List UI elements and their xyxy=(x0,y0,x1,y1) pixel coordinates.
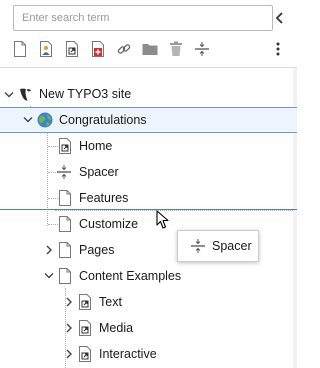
chevron-down-icon[interactable] xyxy=(43,270,55,282)
tree-node-label: Text xyxy=(99,295,122,309)
tree-node-label: Media xyxy=(99,321,134,335)
tree-node-label: Home xyxy=(79,139,113,153)
shortcut-page-icon xyxy=(77,320,93,336)
chevron-left-icon xyxy=(275,12,283,24)
tree-node-home[interactable]: Home xyxy=(0,133,297,159)
page-icon xyxy=(57,268,73,284)
tree-node-text[interactable]: Text xyxy=(0,289,297,315)
tree-node-label: Spacer xyxy=(79,165,119,179)
recycler-icon xyxy=(170,41,182,56)
recycler-button[interactable] xyxy=(165,38,187,60)
spacer-icon xyxy=(195,42,209,56)
shortcut-page-icon xyxy=(57,138,73,154)
chevron-right-icon[interactable] xyxy=(63,322,75,334)
tree-node-media[interactable]: Media xyxy=(0,315,297,341)
tree-node-root[interactable]: New TYPO3 site xyxy=(0,82,297,108)
shortcut-page-icon xyxy=(66,41,78,57)
tree-node-features[interactable]: Features xyxy=(0,185,297,211)
drag-tooltip-label: Spacer xyxy=(212,239,252,253)
tree-node-label: New TYPO3 site xyxy=(39,87,132,101)
tree-node-content-examples[interactable]: Content Examples xyxy=(0,263,297,289)
page-icon xyxy=(57,190,73,206)
spacer-icon xyxy=(56,164,72,180)
more-options-button[interactable] xyxy=(266,36,290,62)
search-input[interactable] xyxy=(13,5,273,31)
page-tree-panel: New TYPO3 site Congratulations xyxy=(0,0,297,368)
backend-user-section-icon xyxy=(40,41,52,57)
more-vertical-icon xyxy=(276,42,280,56)
page-toolbar xyxy=(9,36,217,62)
page-icon xyxy=(57,216,73,232)
tree-node-label: Pages xyxy=(79,243,115,257)
tree-node-interactive[interactable]: Interactive xyxy=(0,341,297,367)
shortcut-page-icon xyxy=(77,294,93,310)
page-tree: New TYPO3 site Congratulations Home Spac… xyxy=(0,68,297,368)
chevron-right-icon[interactable] xyxy=(43,244,55,256)
globe-icon xyxy=(37,112,53,128)
mouse-cursor-icon xyxy=(156,210,169,229)
mountpoint-page-button[interactable] xyxy=(87,38,109,60)
chevron-down-icon[interactable] xyxy=(3,89,15,101)
tree-node-congratulations[interactable]: Congratulations xyxy=(0,107,297,133)
spacer-button[interactable] xyxy=(191,38,213,60)
typo3-logo-icon xyxy=(17,87,33,103)
link-page-button[interactable] xyxy=(113,38,135,60)
mountpoint-page-icon xyxy=(92,41,104,57)
tree-node-label: Features xyxy=(79,191,129,205)
link-icon xyxy=(117,44,131,54)
page-icon xyxy=(57,242,73,258)
drop-indicator xyxy=(0,209,297,210)
chevron-down-icon[interactable] xyxy=(22,114,34,126)
folder-icon xyxy=(142,44,158,55)
shortcut-page-icon xyxy=(77,346,93,362)
collapse-tree-button[interactable] xyxy=(268,6,292,30)
tree-node-label: Customize xyxy=(79,217,139,231)
tree-node-spacer[interactable]: Spacer xyxy=(0,159,297,185)
chevron-right-icon[interactable] xyxy=(63,296,75,308)
backend-user-section-button[interactable] xyxy=(35,38,57,60)
tree-node-label: Congratulations xyxy=(59,113,147,127)
tree-node-label: Interactive xyxy=(99,347,157,361)
new-page-icon xyxy=(14,41,26,57)
chevron-right-icon[interactable] xyxy=(63,348,75,360)
drag-tooltip: Spacer xyxy=(177,230,259,262)
folder-button[interactable] xyxy=(139,38,161,60)
new-page-button[interactable] xyxy=(9,38,31,60)
tree-node-label: Content Examples xyxy=(79,269,182,283)
spacer-icon xyxy=(190,238,206,254)
shortcut-page-button[interactable] xyxy=(61,38,83,60)
